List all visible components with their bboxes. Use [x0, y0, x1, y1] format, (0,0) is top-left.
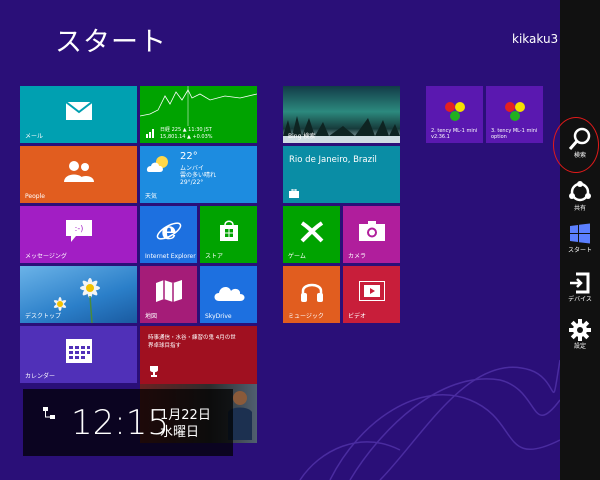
- clock-time: 12:15: [71, 403, 169, 443]
- headphones-icon: [300, 283, 323, 303]
- clock-date: 1月22日: [160, 408, 211, 423]
- weather-tile[interactable]: 22° ムンバイ 雲の多い晴れ 29°/22° 天気: [140, 146, 257, 203]
- skydrive-tile[interactable]: SkyDrive: [200, 266, 257, 323]
- app-tile-tency-ml1-option[interactable]: 3. tency ML-1 mini option: [486, 86, 543, 143]
- mail-icon: [65, 102, 92, 121]
- finance-line1: 日経 225 ▲ 11:30 JST: [160, 127, 212, 133]
- stock-chart-icon: [146, 129, 154, 138]
- clock-day: 水曜日: [160, 425, 200, 440]
- app1-label: 2. tency ML-1 mini v2.36.1: [431, 128, 478, 140]
- finance-line2: 15,801.14 ▲ +0.03%: [160, 134, 213, 140]
- video-label: ビデオ: [348, 313, 367, 320]
- map-icon: [155, 280, 182, 303]
- news-headline: 時事通信・水谷・練習の鬼 4月の世界卓球目指す: [148, 335, 236, 349]
- music-tile[interactable]: ミュージック: [283, 266, 340, 323]
- share-charm[interactable]: 共有: [560, 174, 600, 220]
- devices-charm-label: デバイス: [568, 296, 592, 303]
- skydrive-label: SkyDrive: [205, 313, 232, 320]
- start-charm-label: スタート: [567, 247, 592, 254]
- ie-label: Internet Explorer: [145, 253, 196, 260]
- highlight-circle: [553, 117, 599, 173]
- page-title: スタート: [55, 27, 167, 58]
- mail-tile[interactable]: メール: [20, 86, 137, 143]
- store-label: ストア: [205, 253, 224, 260]
- share-icon: [569, 181, 591, 202]
- lock-clock-overlay: 12:15 1月22日 水曜日: [23, 389, 233, 456]
- svg-text::-): :-): [74, 224, 83, 233]
- camera-tile[interactable]: カメラ: [343, 206, 400, 263]
- app-logo-icon: [444, 102, 465, 122]
- music-label: ミュージック: [288, 313, 324, 320]
- app-tile-tency-ml1-mini[interactable]: 2. tency ML-1 mini v2.36.1: [426, 86, 483, 143]
- weather-desc: 雲の多い晴れ: [180, 172, 217, 179]
- cloud-sun-icon: [146, 156, 168, 172]
- people-icon: [63, 161, 94, 183]
- travel-tile[interactable]: Rio de Janeiro, Brazil: [283, 146, 400, 203]
- video-tile[interactable]: ビデオ: [343, 266, 400, 323]
- bing-tile[interactable]: Bing 検索: [283, 86, 400, 143]
- store-bag-icon: [219, 220, 238, 242]
- games-tile[interactable]: ゲーム: [283, 206, 340, 263]
- network-icon: [43, 407, 55, 419]
- start-charm[interactable]: スタート: [560, 216, 600, 262]
- weather-city: ムンバイ: [180, 165, 205, 172]
- user-name[interactable]: kikaku3: [512, 32, 558, 46]
- messaging-tile[interactable]: :-) メッセージング: [20, 206, 137, 263]
- desktop-label: デスクトップ: [25, 313, 62, 320]
- weather-range: 29°/22°: [180, 179, 204, 186]
- maps-tile[interactable]: 地図: [140, 266, 197, 323]
- bing-label: Bing 検索: [288, 133, 316, 140]
- camera-label: カメラ: [348, 253, 367, 260]
- calendar-label: カレンダー: [25, 373, 56, 380]
- store-tile[interactable]: ストア: [200, 206, 257, 263]
- svg-text:e: e: [161, 218, 176, 244]
- charms-bar: 検索 共有 スタート デバイス 設定: [560, 0, 600, 480]
- chat-smiley-icon: :-): [65, 220, 92, 243]
- trophy-icon: [150, 366, 158, 377]
- maps-label: 地図: [145, 313, 158, 320]
- travel-place: Rio de Janeiro, Brazil: [289, 155, 377, 165]
- app-logo-icon: [504, 102, 525, 122]
- devices-icon: [570, 272, 590, 294]
- settings-charm[interactable]: 設定: [560, 312, 600, 358]
- internet-explorer-tile[interactable]: e Internet Explorer: [140, 206, 197, 263]
- weather-temp: 22°: [180, 151, 198, 162]
- cloud-icon: [214, 287, 244, 302]
- weather-label: 天気: [145, 193, 158, 200]
- share-charm-label: 共有: [573, 205, 586, 212]
- games-label: ゲーム: [288, 253, 306, 260]
- clock-date-block: 1月22日 水曜日: [160, 407, 211, 441]
- finance-tile[interactable]: 日経 225 ▲ 11:30 JST 15,801.14 ▲ +0.03%: [140, 86, 257, 143]
- settings-charm-label: 設定: [573, 343, 586, 350]
- camera-icon: [358, 221, 385, 242]
- app2-label: 3. tency ML-1 mini option: [491, 128, 538, 140]
- video-play-icon: [358, 281, 385, 302]
- devices-charm[interactable]: デバイス: [560, 265, 600, 311]
- desktop-tile[interactable]: デスクトップ: [20, 266, 137, 323]
- finance-chart-icon: [140, 86, 257, 126]
- people-label: People: [25, 193, 45, 200]
- people-tile[interactable]: People: [20, 146, 137, 203]
- xbox-icon: [300, 221, 323, 243]
- mail-label: メール: [25, 133, 44, 140]
- calendar-tile[interactable]: カレンダー: [20, 326, 137, 383]
- suitcase-icon: [289, 189, 299, 198]
- messaging-label: メッセージング: [25, 253, 67, 260]
- ie-icon: e: [156, 218, 181, 244]
- gear-icon: [569, 319, 591, 341]
- calendar-icon: [65, 339, 92, 364]
- windows-icon: [570, 223, 590, 244]
